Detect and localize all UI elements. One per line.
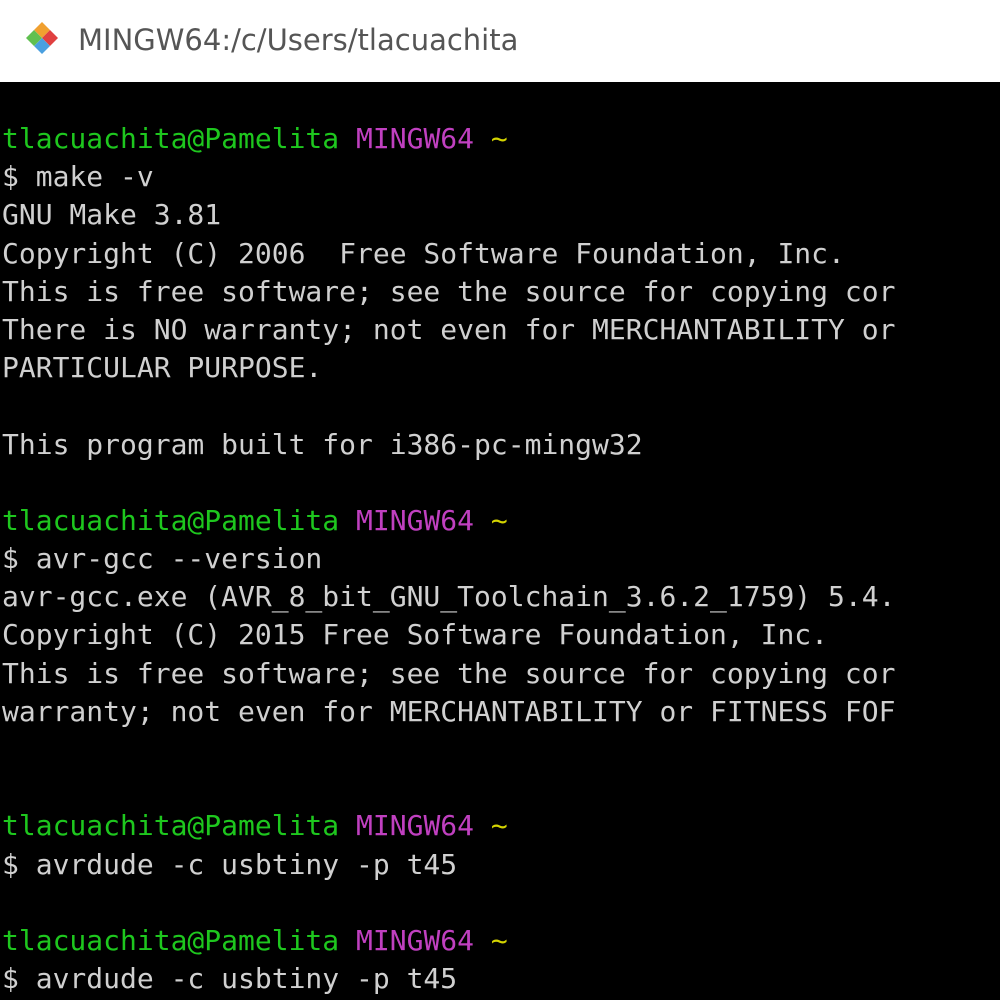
command-line: $ make -v	[2, 160, 154, 194]
output-line: Copyright (C) 2015 Free Software Foundat…	[2, 618, 829, 652]
prompt-line: tlacuachita@Pamelita MINGW64 ~	[2, 502, 895, 540]
output-line: Copyright (C) 2006 Free Software Foundat…	[2, 236, 845, 270]
window-title: MINGW64:/c/Users/tlacuachita	[78, 23, 519, 57]
git-bash-diamond-icon	[26, 22, 58, 54]
prompt-system: MINGW64	[356, 809, 475, 843]
output-line: This is free software; see the source fo…	[2, 274, 896, 308]
prompt-system: MINGW64	[356, 503, 475, 537]
prompt-path: ~	[490, 122, 508, 155]
terminal-lines: tlacuachita@Pamelita MINGW64 ~ $ make -v G…	[2, 120, 895, 998]
blank-line	[2, 731, 895, 769]
prompt-user-host: tlacuachita@Pamelita	[2, 809, 340, 843]
terminal-output-area[interactable]: tlacuachita@Pamelita MINGW64 ~ $ make -v G…	[0, 82, 1000, 1000]
output-line: This is free software; see the source fo…	[2, 656, 896, 690]
title-bar[interactable]: MINGW64:/c/Users/tlacuachita	[0, 0, 1000, 82]
prompt-path: ~	[490, 923, 508, 957]
prompt-path: ~	[490, 809, 508, 843]
prompt-line: tlacuachita@Pamelita MINGW64 ~	[2, 120, 895, 158]
output-line: This program built for i386-pc-mingw32	[2, 427, 643, 461]
blank-line	[2, 464, 895, 502]
prompt-system: MINGW64	[356, 122, 475, 155]
prompt-line: tlacuachita@Pamelita MINGW64 ~	[2, 922, 895, 960]
command-line: $ avrdude -c usbtiny -p t45	[2, 847, 458, 881]
output-line: PARTICULAR PURPOSE.	[2, 351, 323, 385]
output-line: warranty; not even for MERCHANTABILITY o…	[2, 694, 896, 728]
command-line: $ avrdude -c usbtiny -p t45	[2, 962, 458, 996]
blank-line	[2, 769, 895, 807]
output-line: There is NO warranty; not even for MERCH…	[2, 312, 896, 346]
command-line: $ avr-gcc --version	[2, 542, 323, 576]
output-line: avr-gcc.exe (AVR_8_bit_GNU_Toolchain_3.6…	[2, 580, 896, 614]
prompt-user-host: tlacuachita@Pamelita	[2, 503, 340, 537]
output-line: GNU Make 3.81	[2, 198, 222, 232]
prompt-path: ~	[490, 503, 508, 537]
terminal-window: MINGW64:/c/Users/tlacuachita tlacuachita…	[0, 0, 1000, 1000]
prompt-system: MINGW64	[356, 923, 475, 957]
prompt-user-host: tlacuachita@Pamelita	[2, 923, 340, 957]
blank-line	[2, 884, 895, 922]
blank-line	[2, 387, 895, 425]
prompt-line: tlacuachita@Pamelita MINGW64 ~	[2, 807, 895, 845]
prompt-user-host: tlacuachita@Pamelita	[2, 122, 340, 155]
